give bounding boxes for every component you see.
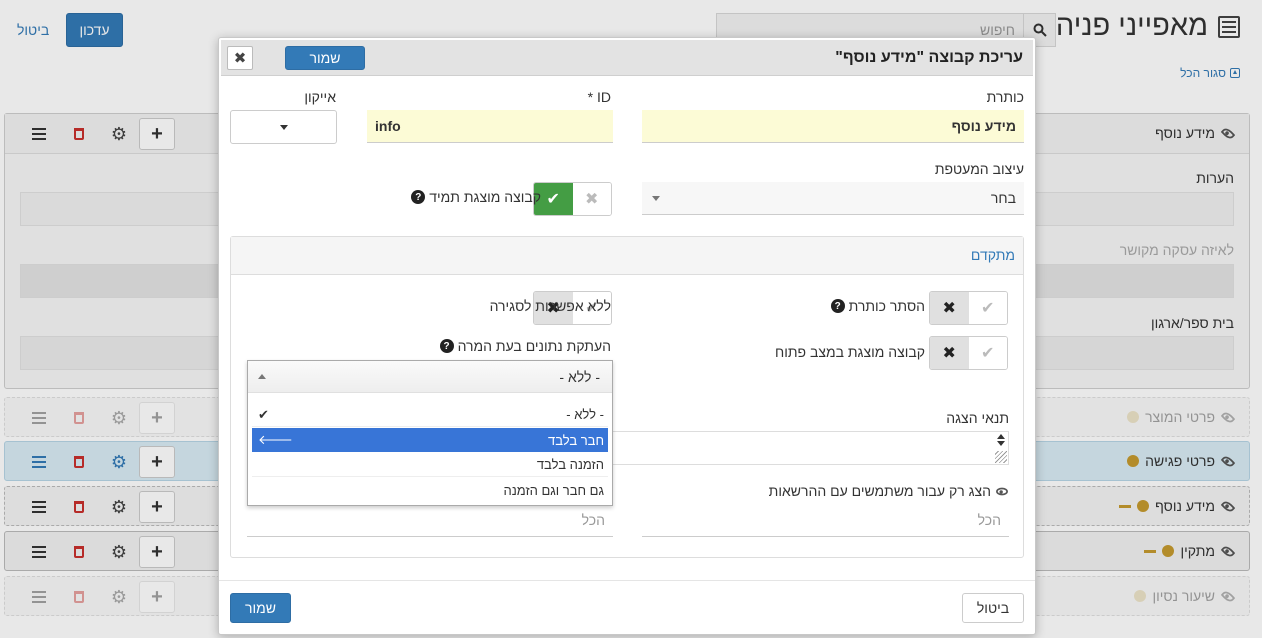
question-icon[interactable]: ? [830,299,845,313]
wrapper-label: עיצוב המעטפת [934,161,1024,177]
dropdown-option-label: - ללא - [566,407,604,422]
x-icon[interactable]: ✖ [930,337,969,369]
icon-label: אייקון [304,89,336,105]
title-label: כותרת [986,89,1024,105]
advanced-title[interactable]: מתקדם [971,247,1015,263]
question-icon[interactable]: ? [439,339,454,353]
check-icon[interactable]: ✔ [968,292,1007,324]
dropdown-option[interactable]: גם חבר וגם הזמנה [252,478,608,502]
wrapper-select[interactable]: בחר [642,182,1024,215]
always-shown-text: קבוצה מוצגת תמיד [429,189,541,205]
wrapper-select-value: בחר [990,190,1016,206]
id-input-value: info [375,118,401,134]
footer-cancel-button[interactable]: ביטול [962,593,1024,623]
footer-save-button[interactable]: שמור [230,593,291,623]
modal-footer-divider [219,580,1035,581]
display-condition-label: תנאי הצגה [946,410,1009,426]
edit-group-modal: עריכת קבוצה "מידע נוסף" שמור ✖ כותרת מיד… [218,37,1036,635]
dropdown-option[interactable]: הזמנה בלבד [252,453,608,477]
hide-title-text: הסתר כותרת [848,298,925,314]
dropdown-option-label: הזמנה בלבד [536,457,604,472]
eye-icon [996,487,1008,495]
arrow-left-icon: 🡐 [258,432,293,447]
open-state-label: קבוצה מוצגת במצב פתוח [775,344,925,360]
registered-only-label: הצג רק עבור משתמשים עם ההרשאות [769,483,1009,499]
copy-data-label: העתקת נתונים בעת המרה ? [439,338,611,354]
check-icon[interactable]: ✔ [968,337,1007,369]
registered-only-text: הצג רק עבור משתמשים עם ההרשאות [768,483,991,499]
copy-data-dropdown[interactable]: - ללא - - ללא - ✔ חבר בלבד 🡐 הזמנה בלבד … [247,360,613,506]
permissions-input-left[interactable]: הכל [247,504,613,537]
x-icon[interactable]: ✖ [572,183,611,215]
x-icon[interactable]: ✖ [930,292,969,324]
always-shown-toggle[interactable]: ✔ ✖ [533,182,612,216]
title-input[interactable]: מידע נוסף [642,110,1024,143]
header-save-button[interactable]: שמור [285,46,365,70]
permissions-placeholder-left: הכל [581,512,605,528]
advanced-header[interactable]: מתקדם [231,237,1023,275]
no-close-label: ללא אפשרות לסגירה [489,298,611,314]
always-shown-label: קבוצה מוצגת תמיד ? [411,189,541,205]
dropdown-option-label: חבר בלבד [547,432,604,448]
open-state-toggle[interactable]: ✖ ✔ [929,336,1008,370]
copy-data-text: העתקת נתונים בעת המרה [457,338,611,354]
modal-title: עריכת קבוצה "מידע נוסף" [835,49,1023,66]
chevron-down-icon [279,124,288,130]
dropdown-current-value[interactable]: - ללא - [248,361,612,393]
id-label: ID * [587,89,611,105]
chevron-up-icon [997,434,1005,439]
chevron-up-icon [258,374,266,379]
resize-handle[interactable] [995,451,1007,463]
hide-title-toggle[interactable]: ✖ ✔ [929,291,1008,325]
dropdown-current-text: - ללא - [559,368,600,385]
spin-control[interactable] [997,434,1005,446]
hide-title-label: הסתר כותרת ? [830,298,925,314]
permissions-placeholder-right: הכל [977,512,1001,528]
modal-header: עריכת קבוצה "מידע נוסף" שמור ✖ [221,40,1033,76]
icon-select[interactable] [230,110,337,144]
title-input-value: מידע נוסף [951,118,1016,134]
chevron-down-icon [652,196,660,201]
close-icon: ✖ [233,50,247,67]
check-icon: ✔ [258,407,269,422]
chevron-down-icon [997,441,1005,446]
dropdown-option-highlighted[interactable]: חבר בלבד 🡐 [252,428,608,452]
dropdown-option[interactable]: - ללא - ✔ [252,403,608,427]
permissions-input-right[interactable]: הכל [642,504,1009,537]
dropdown-option-label: גם חבר וגם הזמנה [503,482,604,498]
close-button[interactable]: ✖ [227,46,253,70]
question-icon[interactable]: ? [411,190,426,204]
id-input[interactable]: info [367,110,613,143]
